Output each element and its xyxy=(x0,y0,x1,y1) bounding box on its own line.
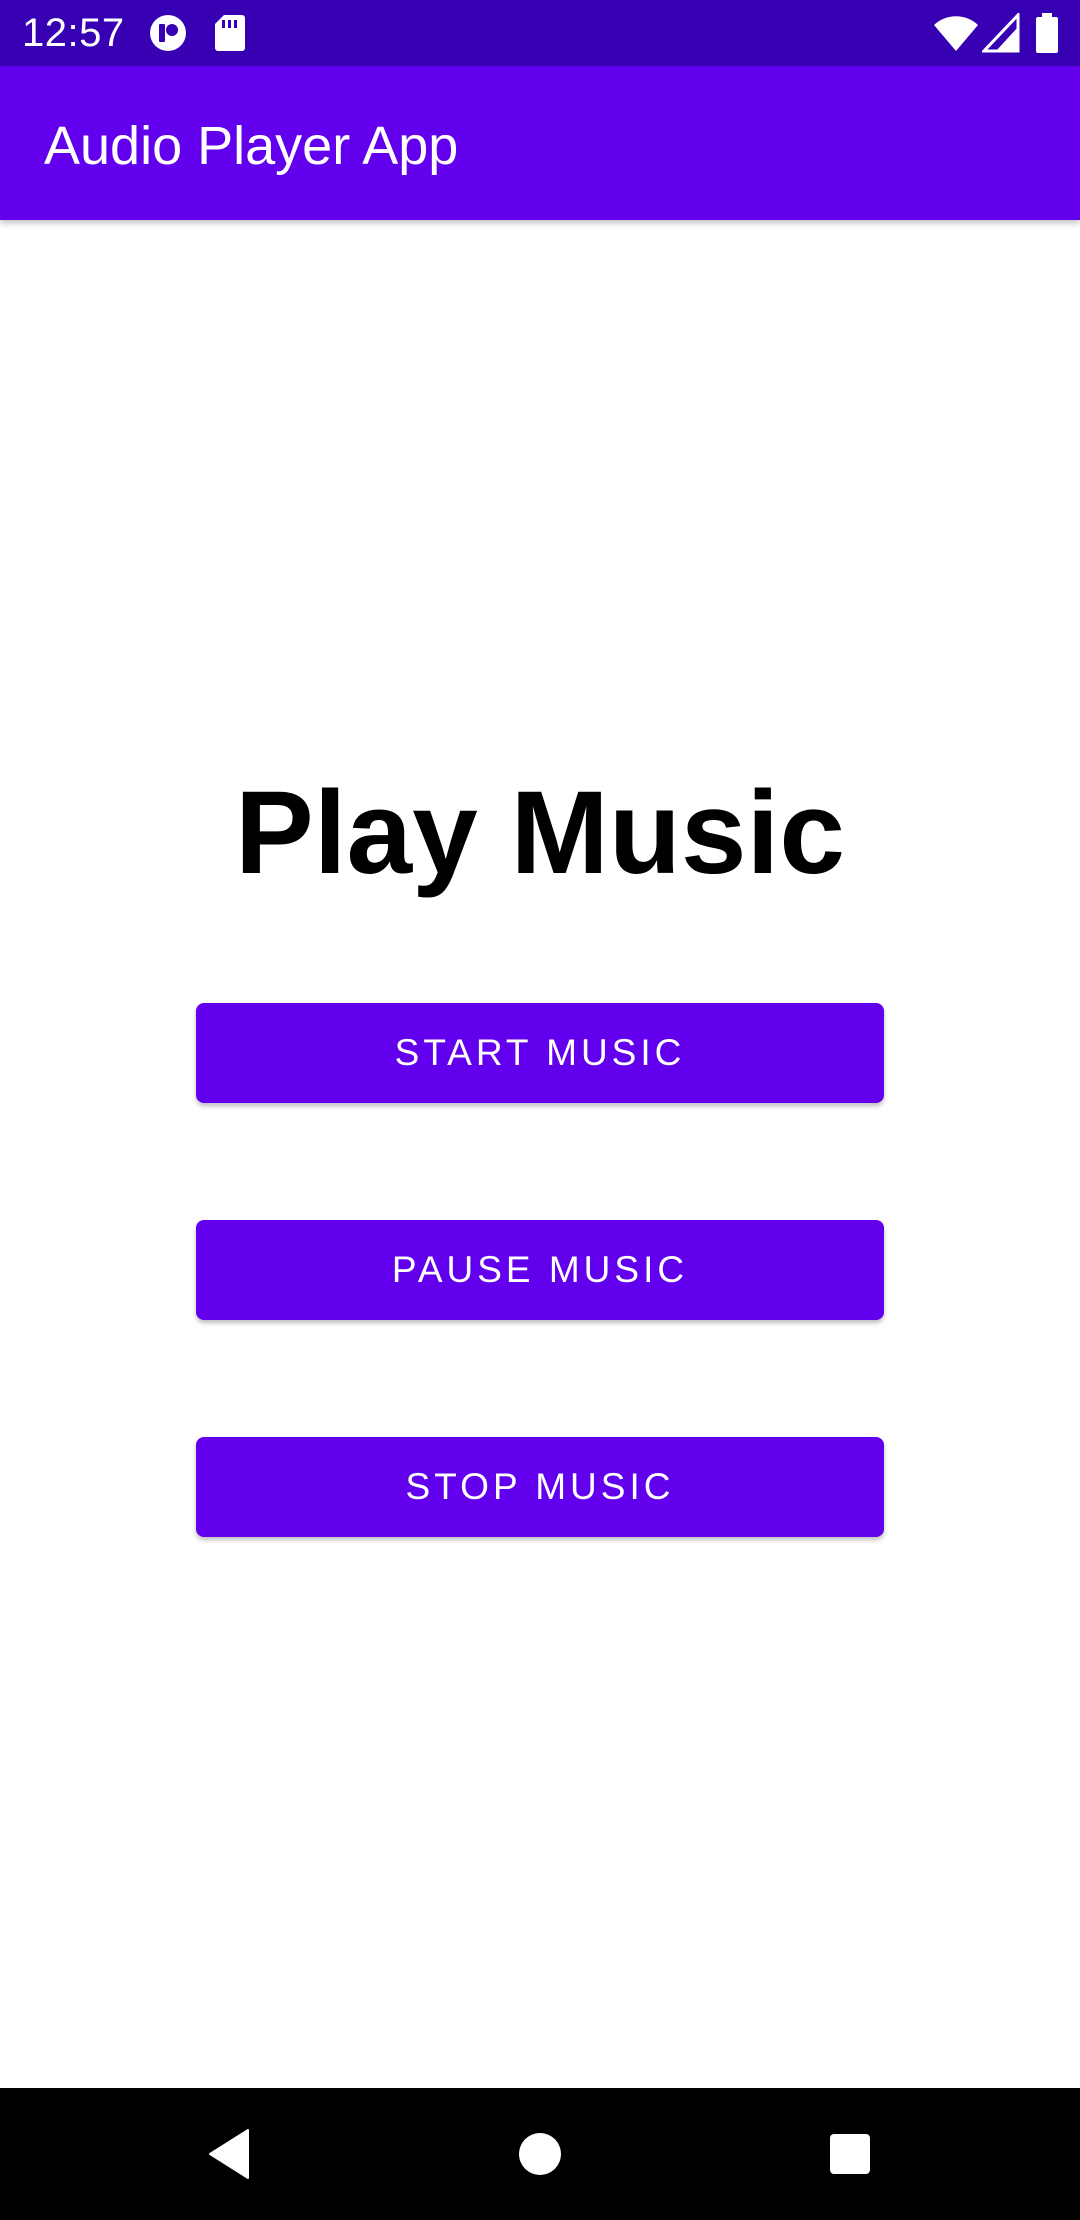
status-bar: 12:57 xyxy=(0,0,1080,66)
app-bar: Audio Player App xyxy=(0,66,1080,220)
screen: 12:57 Audio Player App Play Music START … xyxy=(0,0,1080,2220)
navigation-bar xyxy=(0,2088,1080,2220)
battery-icon xyxy=(1036,13,1058,53)
back-icon[interactable] xyxy=(202,2124,262,2184)
recents-icon[interactable] xyxy=(820,2124,880,2184)
status-time: 12:57 xyxy=(22,11,125,55)
app-title: Audio Player App xyxy=(44,116,459,176)
app-notification-icon xyxy=(148,13,188,53)
page-heading: Play Music xyxy=(235,767,845,899)
cell-signal-icon xyxy=(982,13,1020,53)
start-music-button[interactable]: START MUSIC xyxy=(196,1003,884,1103)
home-icon[interactable] xyxy=(510,2124,570,2184)
sd-card-icon xyxy=(214,13,246,53)
wifi-icon xyxy=(934,13,978,53)
stop-music-button[interactable]: STOP MUSIC xyxy=(196,1437,884,1537)
pause-music-button[interactable]: PAUSE MUSIC xyxy=(196,1220,884,1320)
